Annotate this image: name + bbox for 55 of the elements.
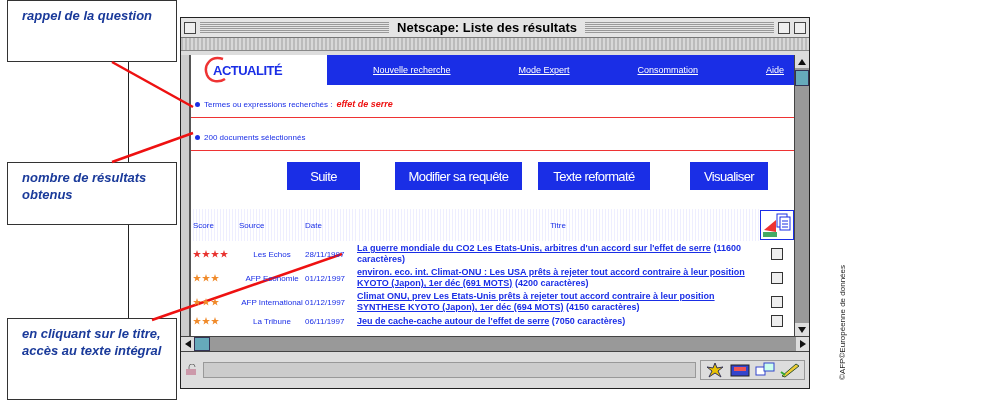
zoom-box[interactable] xyxy=(778,21,790,34)
query-label: Termes ou expressions recherchés : xyxy=(204,99,333,109)
action-button[interactable]: Suite xyxy=(287,162,360,190)
scroll-up-icon[interactable] xyxy=(798,58,806,65)
date-cell-text: 28/11/1997 xyxy=(305,249,346,259)
column-header: Score xyxy=(191,209,239,241)
nav-link[interactable]: Nouvelle recherche xyxy=(373,65,451,75)
callout-text: nombre de résultats obtenus xyxy=(22,169,148,203)
title-link[interactable]: Climat ONU, prev Les Etats-Unis prêts à rejeter tout accord contraire à leur position SYNTHESE KYOTO (Japon), 1er déc (694 MOTS) (4150 caractères) xyxy=(357,291,759,313)
source-cell-text: La Tribune xyxy=(252,316,292,326)
lock-icon[interactable] xyxy=(185,364,199,376)
column-header: Titre xyxy=(357,209,759,241)
result-count: 200 documents sélectionnés xyxy=(204,132,306,142)
scroll-thumb[interactable] xyxy=(795,70,809,86)
query-terms: effet de serre xyxy=(336,99,393,109)
documents-icon[interactable] xyxy=(760,210,794,240)
column-header: Source xyxy=(239,209,305,241)
nav-link[interactable]: Mode Expert xyxy=(518,65,570,75)
checkbox[interactable] xyxy=(771,248,783,260)
vertical-scrollbar[interactable] xyxy=(794,55,809,336)
action-button[interactable]: Visualiser xyxy=(690,162,768,190)
spark-icon[interactable] xyxy=(704,362,726,378)
callout-text: en cliquant sur le titre, accès au texte intégral xyxy=(22,325,162,359)
bullet-icon xyxy=(195,101,200,107)
logo[interactable]: ACTUALITÉ xyxy=(191,55,327,85)
mail-icon[interactable] xyxy=(729,362,751,378)
checkbox[interactable] xyxy=(771,315,783,327)
scroll-thumb[interactable] xyxy=(194,337,210,351)
scroll-left-icon[interactable] xyxy=(184,340,191,348)
date-cell-text: 01/12/1997 xyxy=(305,273,347,283)
title-link[interactable]: La guerre mondiale du CO2 Les Etats-Unis, arbitres d'un accord sur l'effet de serre (11600 caractères) xyxy=(357,243,759,265)
action-button[interactable]: Texte reformaté xyxy=(538,162,650,190)
column-header: Date xyxy=(305,209,357,241)
checkbox[interactable] xyxy=(771,272,783,284)
title-link[interactable]: Jeu de cache-cache autour de l'effet de serre (7050 caractères) xyxy=(357,315,759,327)
date-cell-text: 01/12/1997 xyxy=(305,297,347,307)
scroll-right-icon[interactable] xyxy=(799,340,806,348)
scroll-down-icon[interactable] xyxy=(798,326,806,333)
source-cell-text: Les Echos xyxy=(252,249,292,259)
nav-link[interactable]: Consommation xyxy=(637,65,698,75)
window-title: Netscape: Liste des résultats xyxy=(396,20,578,35)
horizontal-scrollbar[interactable] xyxy=(181,336,809,352)
action-button[interactable]: Modifier sa requête xyxy=(395,162,522,190)
title-link[interactable]: environ. eco. int. Climat-ONU : Les USA prêts à rejeter tout accord contraire à leur position KYOTO (Japon), 1er déc (691 MOTS) (4200 caractères) xyxy=(357,267,759,289)
nav-link[interactable]: Aide xyxy=(765,65,784,75)
checkbox[interactable] xyxy=(771,296,783,308)
source-cell-text: AFP International xyxy=(240,297,304,307)
credit-text: ©AFP©Européenne de données xyxy=(837,264,847,382)
pencil-icon[interactable] xyxy=(779,362,801,378)
callout-text: rappel de la question xyxy=(22,7,154,24)
close-box[interactable] xyxy=(184,21,196,34)
chat-icon[interactable] xyxy=(754,362,776,378)
date-cell-text: 06/11/1997 xyxy=(305,316,346,326)
collapse-box[interactable] xyxy=(794,21,806,34)
bullet-icon xyxy=(195,134,200,140)
